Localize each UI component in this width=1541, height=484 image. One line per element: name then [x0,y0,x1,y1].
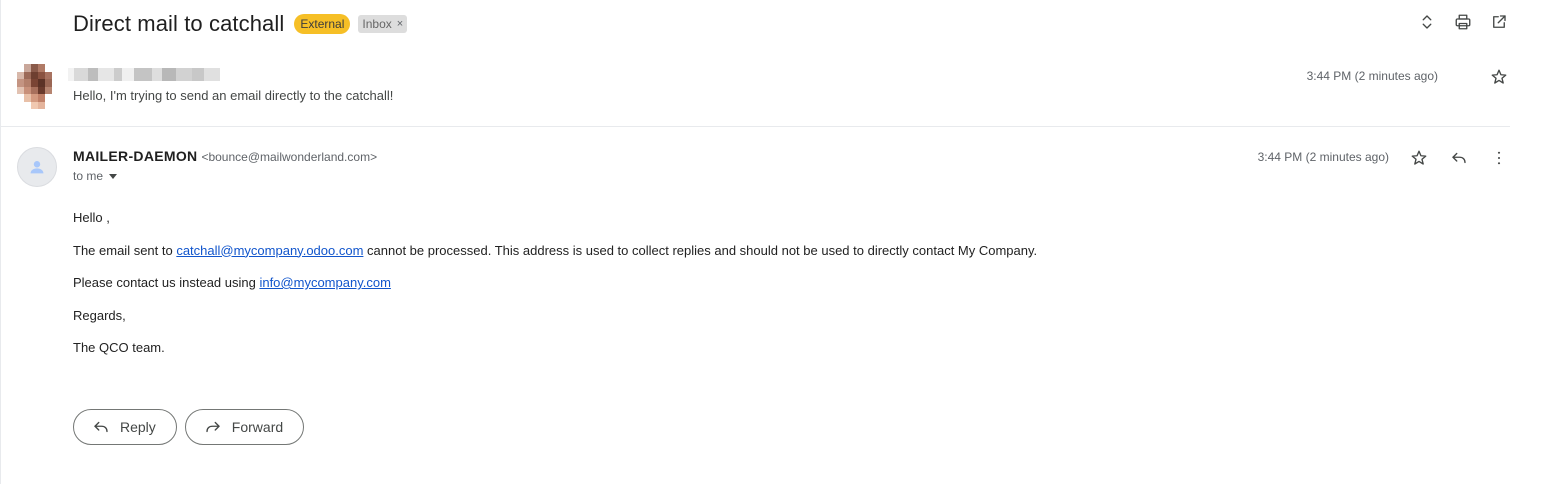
more-vert-icon[interactable] [1489,148,1509,168]
signature-text: The QCO team. [73,340,165,355]
greeting-text: Hello , [73,210,110,225]
sender-name-redacted [68,68,220,81]
avatar [17,64,59,109]
subject-header: Direct mail to catchall External Inbox × [73,8,408,40]
regards-text: Regards, [73,307,126,323]
inbox-label-text: Inbox [362,17,392,31]
inbox-label-chip: Inbox × [358,15,408,33]
catchall-email-link[interactable]: catchall@mycompany.odoo.com [176,243,363,258]
body-text: The email sent to [73,242,177,258]
default-avatar [17,147,57,187]
reply-button[interactable]: Reply [73,409,177,445]
sender-line: MAILER-DAEMON <bounce@mailwonderland.com… [73,148,377,164]
message-collapsed[interactable]: Hello, I'm trying to send an email direc… [0,60,1510,127]
forward-button[interactable]: Forward [184,409,305,445]
message-snippet: Hello, I'm trying to send an email direc… [73,88,394,103]
forward-icon [206,421,220,433]
reply-label: Reply [120,419,156,435]
star-icon[interactable] [1409,148,1429,168]
external-badge: External [294,14,351,34]
reply-forward-row: Reply Forward [73,409,305,445]
message-time: 3:44 PM (2 minutes ago) [1306,69,1438,83]
message-body: Hello , The email sent to catchall@mycom… [73,210,1037,373]
forward-label: Forward [231,419,284,435]
subject-title: Direct mail to catchall [73,11,285,36]
remove-label-icon[interactable]: × [397,17,403,31]
thread-actions [1417,12,1509,32]
body-text: Please contact us instead using [73,275,260,290]
star-icon[interactable] [1489,67,1509,87]
body-paragraph: Please contact us instead using info@myc… [73,275,1037,291]
open-in-new-window-icon[interactable] [1489,12,1509,32]
caret-down-icon [109,173,118,179]
message-time: 3:44 PM (2 minutes ago) [1257,150,1389,164]
recipient-details-toggle[interactable]: to me [73,169,118,183]
reply-icon[interactable] [1449,148,1469,168]
print-icon[interactable] [1453,12,1473,32]
message-actions [1409,148,1509,168]
body-paragraph: The email sent to catchall@mycompany.odo… [73,243,1037,259]
body-text: cannot be processed. This address is use… [363,242,1038,258]
sender-name[interactable]: MAILER-DAEMON [73,148,197,164]
reply-icon [94,421,108,433]
contact-email-link[interactable]: info@mycompany.com [259,275,390,290]
expand-collapse-icon[interactable] [1417,12,1437,32]
person-icon [30,161,44,174]
sender-email: <bounce@mailwonderland.com> [201,150,378,164]
recipient-text: to me [73,169,104,183]
